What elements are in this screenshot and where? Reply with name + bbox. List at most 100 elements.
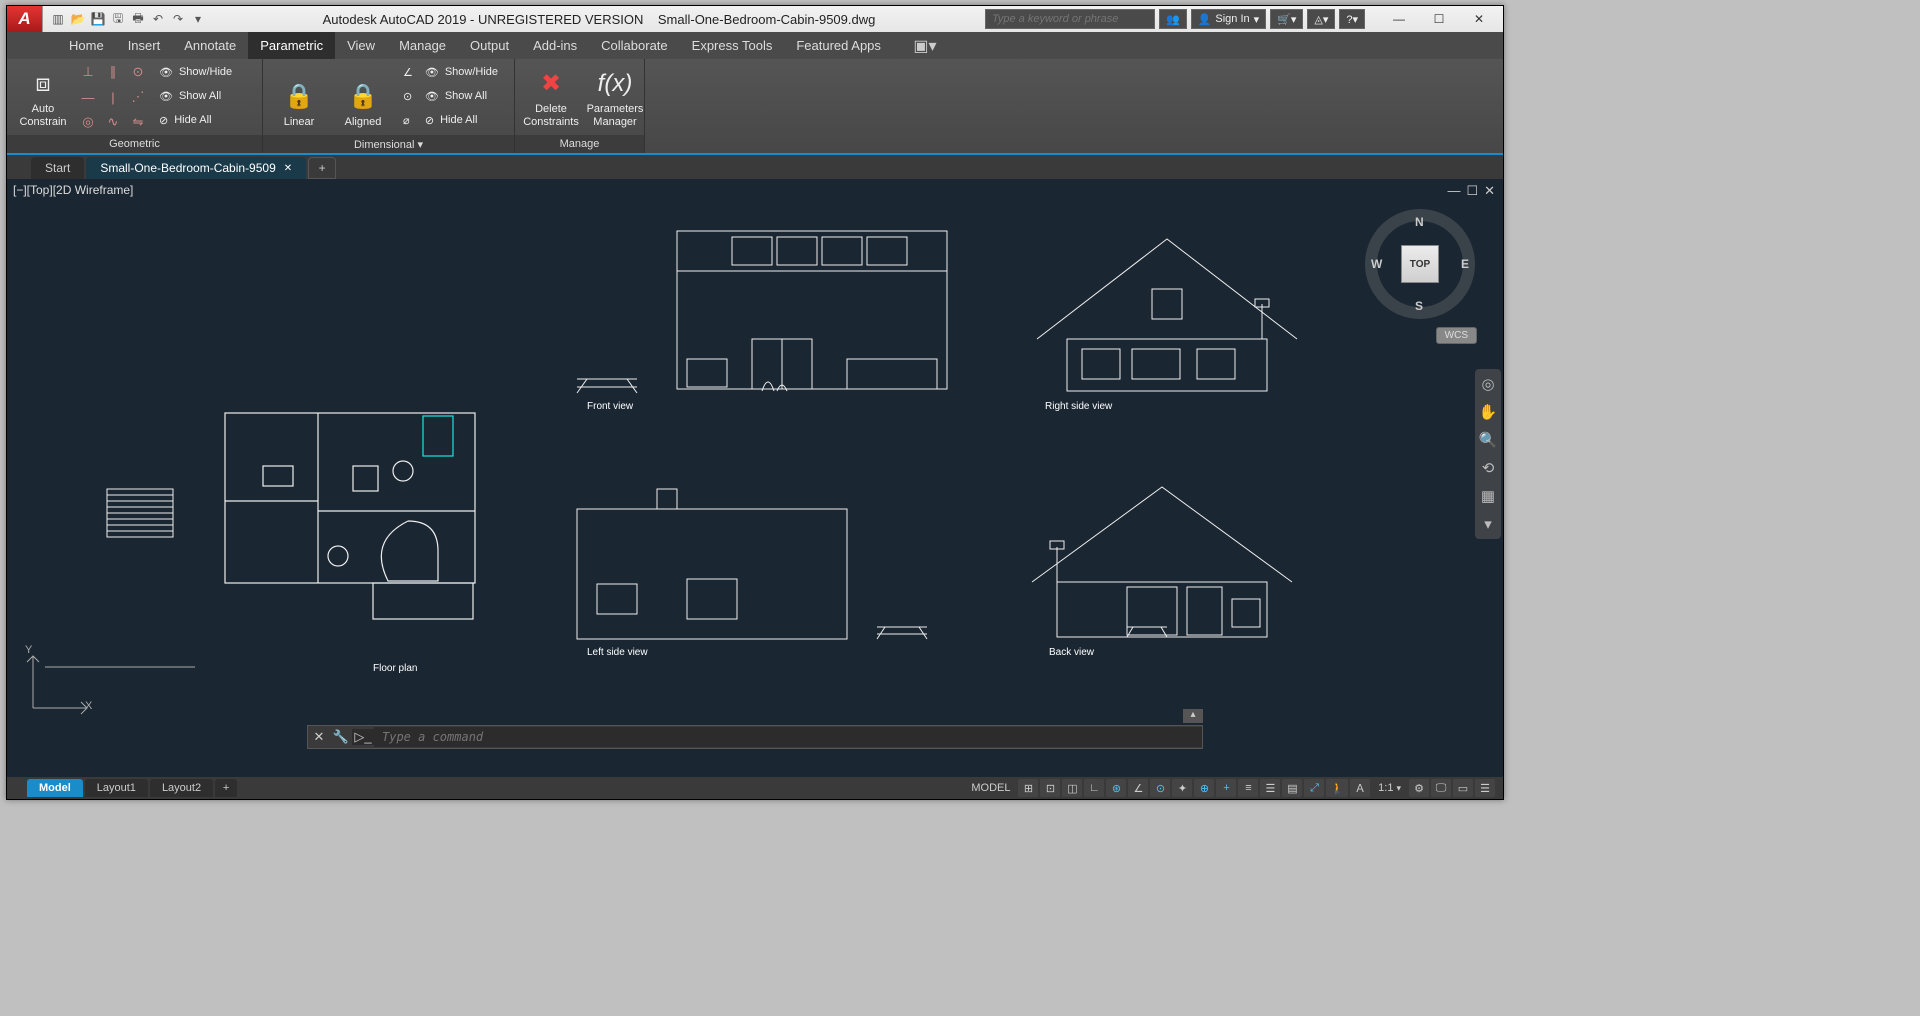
filetab-new[interactable]: + — [308, 157, 336, 179]
qat-save-icon[interactable]: 💾 — [89, 10, 107, 28]
layouttab-model[interactable]: Model — [27, 779, 83, 797]
viewport-close-icon[interactable]: ✕ — [1484, 183, 1495, 199]
status-custom-icon[interactable]: ☰ — [1475, 779, 1495, 797]
status-clean-icon[interactable]: ▭ — [1453, 779, 1473, 797]
delete-constraints-button[interactable]: ✖Delete Constraints — [521, 61, 581, 133]
qat-saveas-icon[interactable]: 🖫 — [109, 10, 127, 28]
window-minimize-icon[interactable]: — — [1379, 6, 1419, 32]
signin-button[interactable]: 👤 Sign In ▾ — [1191, 9, 1266, 29]
command-input[interactable] — [374, 727, 1202, 747]
layouttab-layout2[interactable]: Layout2 — [150, 779, 213, 797]
dim-hideall-button[interactable]: ⊘Hide All — [419, 109, 504, 131]
layouttab-new[interactable]: + — [215, 779, 237, 797]
status-ortho-icon[interactable]: ∟ — [1084, 779, 1104, 797]
window-maximize-icon[interactable]: ☐ — [1419, 6, 1459, 32]
status-sc-icon[interactable]: ⤢ — [1304, 779, 1324, 797]
nav-pan-icon[interactable]: ✋ — [1479, 403, 1498, 421]
status-grid-icon[interactable]: ⊞ — [1018, 779, 1038, 797]
status-otrack-icon[interactable]: ⊕ — [1194, 779, 1214, 797]
status-polar-icon[interactable]: ⊛ — [1106, 779, 1126, 797]
viewcube-east[interactable]: E — [1461, 257, 1469, 271]
qat-open-icon[interactable]: 📂 — [69, 10, 87, 28]
exchange-button[interactable]: 🛒▾ — [1270, 9, 1303, 29]
viewcube[interactable]: TOP N S E W — [1365, 209, 1475, 319]
app-logo[interactable]: A — [7, 6, 43, 32]
viewcube-north[interactable]: N — [1415, 215, 1424, 229]
viewcube-face-top[interactable]: TOP — [1401, 245, 1439, 283]
constraint-vertical-icon[interactable]: | — [102, 86, 124, 108]
viewcube-south[interactable]: S — [1415, 299, 1423, 313]
constraint-symmetric-icon[interactable]: ⇋ — [127, 111, 149, 133]
parameters-manager-button[interactable]: f(x)Parameters Manager — [585, 61, 645, 133]
filetab-start[interactable]: Start — [31, 157, 84, 179]
tab-manage[interactable]: Manage — [387, 32, 458, 59]
ucs-icon[interactable]: X Y — [25, 648, 105, 721]
cmdline-close-icon[interactable]: ✕ — [308, 729, 330, 745]
constraint-collinear-icon[interactable]: ⋰ — [127, 86, 149, 108]
close-tab-icon[interactable]: ✕ — [284, 163, 292, 174]
tab-featuredapps[interactable]: Featured Apps — [784, 32, 893, 59]
filetab-current[interactable]: Small-One-Bedroom-Cabin-9509✕ — [86, 157, 306, 179]
dim-showall-button[interactable]: 👁Show All — [419, 85, 504, 107]
status-dyn-icon[interactable]: + — [1216, 779, 1236, 797]
status-snap-icon[interactable]: ⊡ — [1040, 779, 1060, 797]
dim-diameter-icon[interactable]: ⌀ — [401, 109, 415, 131]
tab-expresstools[interactable]: Express Tools — [680, 32, 785, 59]
linear-button[interactable]: 🔒Linear — [269, 61, 329, 133]
viewcube-west[interactable]: W — [1371, 257, 1382, 271]
status-tpy-icon[interactable]: ☰ — [1260, 779, 1280, 797]
auto-constrain-button[interactable]: ⧈Auto Constrain — [13, 61, 73, 133]
status-ann-icon[interactable]: Ａ — [1350, 779, 1370, 797]
cmdline-config-icon[interactable]: 🔧 — [330, 729, 352, 745]
constraint-parallel-icon[interactable]: ∥ — [102, 61, 124, 83]
constraint-perpendicular-icon[interactable]: ⊥ — [77, 61, 99, 83]
qat-undo-icon[interactable]: ↶ — [149, 10, 167, 28]
tab-home[interactable]: Home — [57, 32, 116, 59]
tab-insert[interactable]: Insert — [116, 32, 173, 59]
window-close-icon[interactable]: ✕ — [1459, 6, 1499, 32]
tab-view[interactable]: View — [335, 32, 387, 59]
tab-collaborate[interactable]: Collaborate — [589, 32, 680, 59]
geom-hideall-button[interactable]: ⊘Hide All — [153, 109, 238, 131]
help-search-input[interactable] — [985, 9, 1155, 29]
geom-showall-button[interactable]: 👁Show All — [153, 85, 238, 107]
constraint-concentric-icon[interactable]: ◎ — [77, 111, 99, 133]
nav-zoom-icon[interactable]: 🔍 — [1479, 431, 1498, 449]
tab-parametric[interactable]: Parametric — [248, 32, 335, 59]
aligned-button[interactable]: 🔒Aligned — [333, 61, 393, 133]
nav-wheel-icon[interactable]: ◎ — [1481, 375, 1494, 393]
viewport-maximize-icon[interactable]: ☐ — [1466, 183, 1478, 199]
connect-button[interactable]: 👥 — [1159, 9, 1187, 29]
nav-expand-icon[interactable]: ▾ — [1484, 515, 1492, 533]
status-qp-icon[interactable]: ▤ — [1282, 779, 1302, 797]
nav-showmotion-icon[interactable]: ▦ — [1481, 487, 1495, 505]
status-monitor-icon[interactable]: 🖵 — [1431, 779, 1451, 797]
nav-orbit-icon[interactable]: ⟲ — [1482, 459, 1495, 477]
status-gear-icon[interactable]: ⚙ — [1409, 779, 1429, 797]
qat-plot-icon[interactable]: 🖶 — [129, 10, 147, 28]
status-walk-icon[interactable]: 🚶 — [1326, 779, 1348, 797]
qat-new-icon[interactable]: ▥ — [49, 10, 67, 28]
viewport-label[interactable]: [−][Top][2D Wireframe] — [13, 183, 133, 197]
tab-overflow-icon[interactable]: ▣▾ — [913, 32, 937, 59]
qat-more-icon[interactable]: ▾ — [189, 10, 207, 28]
constraint-tangent-icon[interactable]: ⊙ — [127, 61, 149, 83]
viewport-minimize-icon[interactable]: — — [1447, 183, 1460, 199]
tab-addins[interactable]: Add-ins — [521, 32, 589, 59]
wcs-badge[interactable]: WCS — [1436, 327, 1477, 344]
dim-radius-icon[interactable]: ⊙ — [401, 85, 415, 107]
a360-button[interactable]: ◬▾ — [1307, 9, 1335, 29]
status-infer-icon[interactable]: ◫ — [1062, 779, 1082, 797]
panel-title-geometric[interactable]: Geometric — [7, 135, 262, 153]
status-osnap-icon[interactable]: ⊙ — [1150, 779, 1170, 797]
status-iso-icon[interactable]: ∠ — [1128, 779, 1148, 797]
tab-annotate[interactable]: Annotate — [172, 32, 248, 59]
cmdline-history-icon[interactable]: ▴ — [1183, 709, 1203, 723]
tab-output[interactable]: Output — [458, 32, 521, 59]
layouttab-layout1[interactable]: Layout1 — [85, 779, 148, 797]
dim-showhide-button[interactable]: 👁Show/Hide — [419, 61, 504, 83]
help-button[interactable]: ?▾ — [1339, 9, 1365, 29]
qat-redo-icon[interactable]: ↷ — [169, 10, 187, 28]
panel-title-dimensional[interactable]: Dimensional ▾ — [263, 135, 514, 153]
geom-showhide-button[interactable]: 👁Show/Hide — [153, 61, 238, 83]
